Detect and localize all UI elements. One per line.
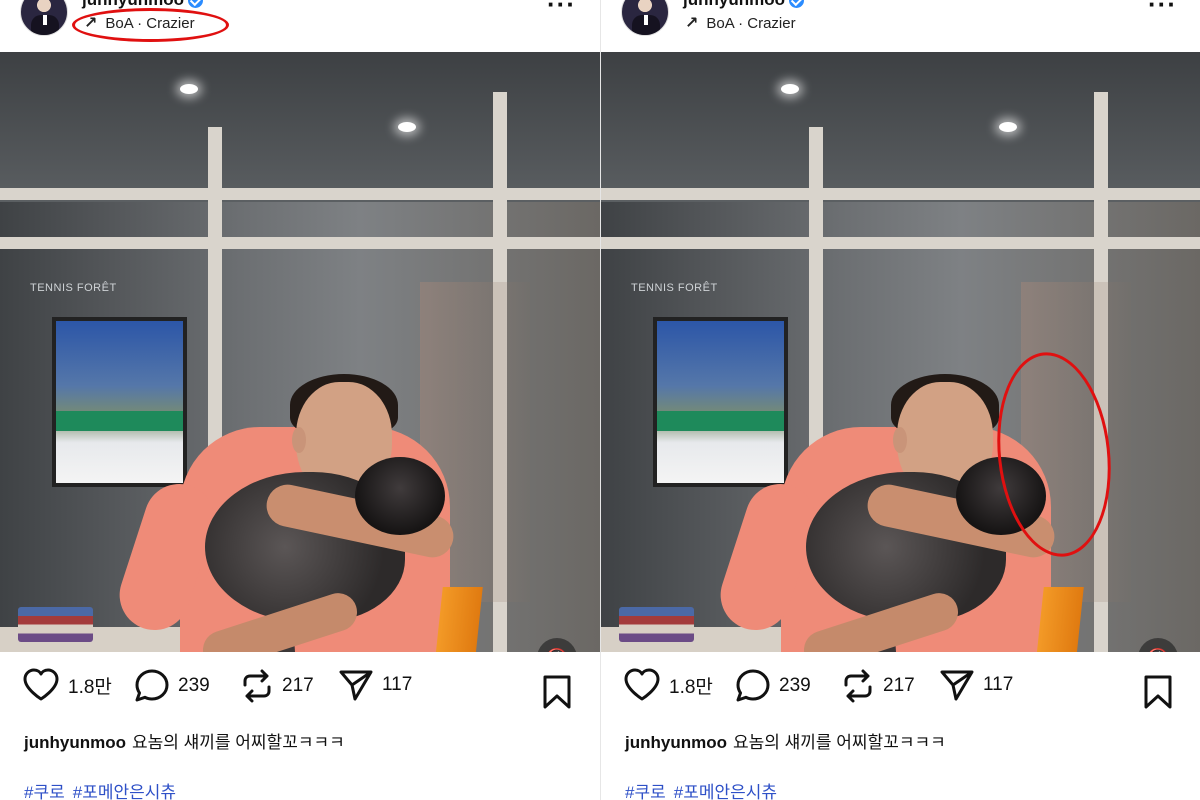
window-frame (601, 188, 1200, 200)
avatar[interactable] (621, 0, 669, 36)
post-caption: junhyunmoo 요놈의 섀끼를 어찌할꼬ㅋㅋㅋ (24, 728, 345, 753)
hashtag-link[interactable]: #포메안은시츄 (73, 783, 176, 800)
post-header: junhyunmoo ↗ BoA · Crazier ··· (0, 0, 600, 50)
caption-username[interactable]: junhyunmoo (625, 733, 727, 752)
send-icon (339, 670, 373, 701)
post-actions: 1.8만 239 217 117 (0, 668, 600, 714)
more-horizontal-icon[interactable]: ··· (1148, 0, 1177, 17)
tv-screen (653, 317, 788, 487)
person-ear (292, 427, 306, 453)
post-panel-right: junhyunmoo ↗ BoA · Crazier ··· TENNIS FO… (600, 0, 1200, 800)
wall-brand-text: TENNIS FORÊT (30, 282, 117, 294)
like-button[interactable]: 1.8만 (623, 668, 713, 702)
post-username[interactable]: junhyunmoo (683, 0, 804, 10)
music-link[interactable]: ↗ BoA · Crazier (685, 13, 796, 33)
hashtag-link[interactable]: #포메안은시츄 (674, 783, 777, 800)
share-button[interactable]: 117 (338, 668, 412, 702)
person-ear (893, 427, 907, 453)
post-actions: 1.8만 239 217 117 (601, 668, 1200, 714)
window-frame (601, 237, 1200, 249)
post-photo[interactable]: TENNIS FORÊT 🔇 (0, 52, 600, 652)
comment-count: 239 (779, 675, 811, 696)
window-frame (0, 188, 600, 200)
comment-bubble-icon (736, 669, 770, 702)
post-header: junhyunmoo ↗ BoA · Crazier ··· (601, 0, 1200, 50)
repost-button[interactable]: 217 (240, 668, 314, 704)
hashtag-list: #쿠로 #포메안은시츄 (24, 778, 184, 800)
repost-count: 217 (282, 675, 314, 696)
ceiling-light (398, 122, 416, 132)
dog-head (355, 457, 445, 535)
send-icon (940, 670, 974, 701)
repost-icon (844, 669, 872, 703)
hashtag-link[interactable]: #쿠로 (24, 783, 65, 800)
wall-brand-text: TENNIS FORÊT (631, 282, 718, 294)
hashtag-list: #쿠로 #포메안은시츄 (625, 778, 785, 800)
comment-count: 239 (178, 675, 210, 696)
annotation-circle-music (72, 8, 229, 42)
like-button[interactable]: 1.8만 (22, 668, 112, 702)
folded-clothes (18, 607, 93, 642)
comment-button[interactable]: 239 (134, 668, 210, 704)
verified-badge-icon (187, 0, 203, 9)
repost-count: 217 (883, 675, 915, 696)
comment-bubble-icon (135, 669, 169, 702)
heart-icon (23, 668, 59, 701)
like-count: 1.8만 (68, 676, 112, 698)
ceiling (601, 52, 1200, 202)
share-count: 117 (983, 674, 1014, 695)
share-button[interactable]: 117 (939, 668, 1013, 702)
caption-text: 요놈의 섀끼를 어찌할꼬ㅋㅋㅋ (732, 733, 946, 752)
like-count: 1.8만 (669, 676, 713, 698)
share-count: 117 (382, 674, 413, 695)
folded-clothes (619, 607, 694, 642)
verified-badge-icon (788, 0, 804, 9)
caption-username[interactable]: junhyunmoo (24, 733, 126, 752)
repost-button[interactable]: 217 (841, 668, 915, 704)
more-horizontal-icon[interactable]: ··· (547, 0, 576, 17)
post-caption: junhyunmoo 요놈의 섀끼를 어찌할꼬ㅋㅋㅋ (625, 728, 946, 753)
heart-icon (624, 668, 660, 701)
ceiling-light (781, 84, 799, 94)
comment-button[interactable]: 239 (735, 668, 811, 704)
username-text[interactable]: junhyunmoo (683, 0, 785, 9)
post-photo[interactable]: TENNIS FORÊT 🔇 (601, 52, 1200, 652)
ceiling-light (180, 84, 198, 94)
arrow-up-right-icon: ↗ (685, 15, 699, 32)
music-label[interactable]: BoA · Crazier (706, 15, 795, 32)
window-frame (0, 237, 600, 249)
avatar[interactable] (20, 0, 68, 36)
tv-screen (52, 317, 187, 487)
caption-text: 요놈의 섀끼를 어찌할꼬ㅋㅋㅋ (131, 733, 345, 752)
repost-icon (243, 669, 271, 703)
post-panel-left: junhyunmoo ↗ BoA · Crazier ··· TENNIS FO… (0, 0, 600, 800)
bookmark-icon[interactable] (1142, 674, 1174, 710)
hashtag-link[interactable]: #쿠로 (625, 783, 666, 800)
bookmark-icon[interactable] (541, 674, 573, 710)
ceiling (0, 52, 600, 202)
ceiling-light (999, 122, 1017, 132)
